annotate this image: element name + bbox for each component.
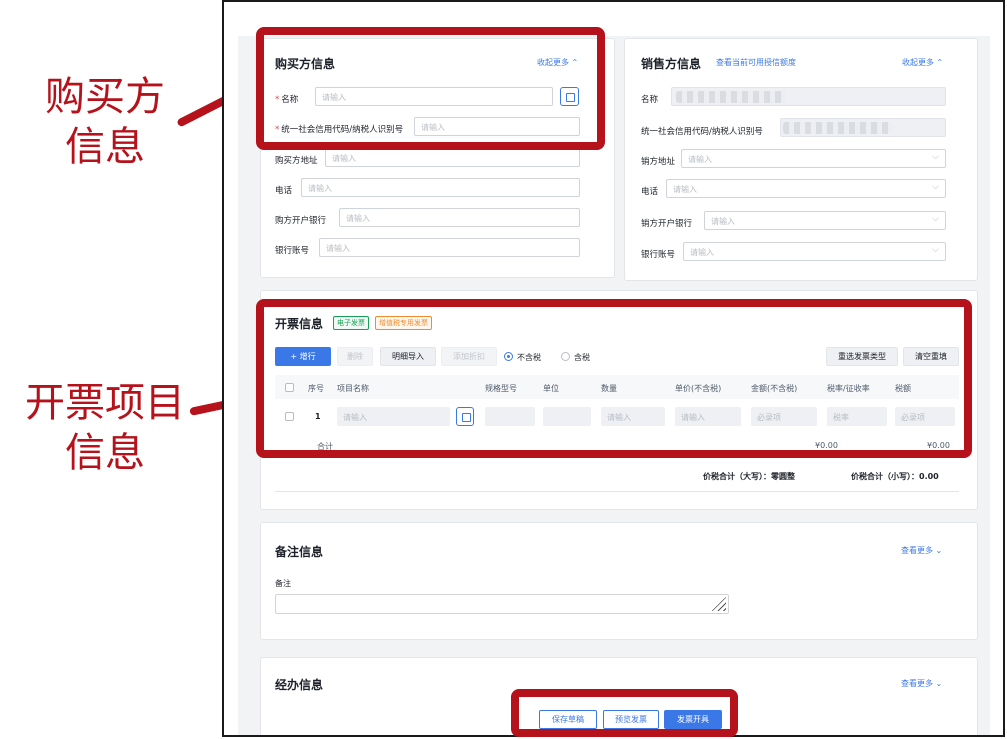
buyer-name-label: * 名称 <box>275 95 299 105</box>
buyer-lookup-icon[interactable] <box>560 87 579 106</box>
clear-refill-button[interactable]: 清空重填 <box>903 347 959 366</box>
annotation-items-line-1: 开票项目 <box>25 380 185 426</box>
tax-excluded-radio[interactable] <box>504 352 513 361</box>
buyer-title: 购买方信息 <box>275 57 336 71</box>
invoice-title: 开票信息 <box>275 317 324 331</box>
item-name-input[interactable]: 请输入 <box>337 407 450 426</box>
unit-price-input[interactable]: 请输入 <box>675 407 741 426</box>
buyer-card: 购买方信息 收起更多 ⌃ * 名称 请输入 * 统一社会信用代码/纳税人识别号 请输… <box>260 38 615 278</box>
subtotal-tax: ¥0.00 <box>927 441 950 450</box>
seller-card: 销售方信息 查看当前可用授信额度 收起更多 ⌃ 名称 统一社会信用代码/纳税人识… <box>624 38 978 281</box>
tax-included-radio[interactable] <box>561 352 570 361</box>
seller-title: 销售方信息 <box>641 57 702 71</box>
remarks-expand-link[interactable]: 查看更多 ⌄ <box>901 545 942 556</box>
import-details-button[interactable]: 明细导入 <box>380 347 436 366</box>
invoice-card: 开票信息 电子发票 增值税专用发票 + 增行 删除 明细导入 添加折扣 不含税 … <box>260 290 978 510</box>
annotated-screenshot: 购买方 信息 开票项目 信息 购买方信息 收起更多 ⌃ * 名称 请输入 * 统一社… <box>0 0 1007 739</box>
annotation-buyer-info: 购买方 信息 <box>30 72 180 172</box>
tax-input[interactable]: 必录项 <box>895 407 955 426</box>
col-spec: 规格型号 <box>485 384 517 393</box>
seller-name-label: 名称 <box>641 95 659 105</box>
redacted-seller-name <box>676 91 786 103</box>
buyer-taxid-input[interactable]: 请输入 <box>414 117 580 136</box>
seller-quota-link[interactable]: 查看当前可用授信额度 <box>716 57 796 68</box>
seller-address-label: 销方地址 <box>641 157 676 167</box>
add-row-button[interactable]: + 增行 <box>275 347 331 366</box>
seller-account-label: 银行账号 <box>641 250 676 260</box>
remarks-textarea[interactable] <box>275 594 729 614</box>
annotation-items-line-2: 信息 <box>65 430 145 476</box>
unit-input[interactable] <box>543 407 591 426</box>
redacted-seller-taxid <box>783 122 893 134</box>
handler-expand-link[interactable]: 查看更多 ⌄ <box>901 678 942 689</box>
total-lower: 价税合计（小写）：0.00 <box>851 472 939 481</box>
col-unit-price: 单价(不含税) <box>675 384 722 393</box>
buyer-taxid-label: * 统一社会信用代码/纳税人识别号 <box>275 125 404 135</box>
add-discount-button[interactable]: 添加折扣 <box>441 347 497 366</box>
tag-e-invoice: 电子发票 <box>333 316 369 330</box>
amount-input[interactable]: 必录项 <box>751 407 817 426</box>
form-background: 购买方信息 收起更多 ⌃ * 名称 请输入 * 统一社会信用代码/纳税人识别号 请输… <box>238 36 990 735</box>
col-tax-rate: 税率/征收率 <box>827 384 870 393</box>
seller-taxid-input <box>780 118 946 137</box>
spec-input[interactable] <box>485 407 535 426</box>
qty-input[interactable]: 请输入 <box>601 407 665 426</box>
col-amount: 金额(不含税) <box>751 384 798 393</box>
tax-excluded-label: 不含税 <box>517 353 541 362</box>
annotation-buyer-line-1: 购买方 <box>45 74 165 120</box>
subtotal-label: 合计 <box>317 442 333 451</box>
buyer-account-input[interactable]: 请输入 <box>319 238 580 257</box>
annotation-invoice-items: 开票项目 信息 <box>10 378 200 478</box>
handler-title: 经办信息 <box>275 678 324 692</box>
remarks-card: 备注信息 查看更多 ⌄ 备注 <box>260 522 978 640</box>
seller-collapse-link[interactable]: 收起更多 ⌃ <box>902 57 943 68</box>
buyer-account-label: 银行账号 <box>275 246 310 256</box>
col-qty: 数量 <box>601 384 617 393</box>
buyer-address-label: 购买方地址 <box>275 156 318 166</box>
invoice-form-screenshot: 购买方信息 收起更多 ⌃ * 名称 请输入 * 统一社会信用代码/纳税人识别号 请输… <box>222 0 1005 737</box>
tag-vat-special: 增值税专用发票 <box>375 316 432 330</box>
total-divider <box>275 491 959 492</box>
remarks-label: 备注 <box>275 579 291 588</box>
delete-row-button[interactable]: 删除 <box>337 347 373 366</box>
seller-taxid-label: 统一社会信用代码/纳税人识别号 <box>641 127 763 137</box>
row-checkbox[interactable] <box>285 412 294 421</box>
seller-name-input <box>671 87 946 106</box>
buyer-bank-label: 购方开户银行 <box>275 216 327 226</box>
save-draft-button[interactable]: 保存草稿 <box>539 710 597 729</box>
tax-included-label: 含税 <box>574 353 590 362</box>
buyer-phone-input[interactable]: 请输入 <box>301 178 580 197</box>
buyer-name-input[interactable]: 请输入 <box>315 87 553 106</box>
col-index: 序号 <box>308 384 324 393</box>
row-index: 1 <box>315 412 321 421</box>
seller-bank-select[interactable]: 请输入 <box>704 211 946 230</box>
reselect-invoice-type-button[interactable]: 重选发票类型 <box>826 347 898 366</box>
seller-phone-label: 电话 <box>641 187 659 197</box>
select-all-checkbox[interactable] <box>285 383 294 392</box>
seller-address-select[interactable]: 请输入 <box>681 149 946 168</box>
tax-rate-select[interactable]: 税率 <box>827 407 887 426</box>
item-more-icon[interactable] <box>456 407 474 426</box>
col-unit: 单位 <box>543 384 559 393</box>
remarks-title: 备注信息 <box>275 545 324 559</box>
buyer-address-input[interactable]: 请输入 <box>325 148 580 167</box>
col-item-name: 项目名称 <box>337 384 369 393</box>
buyer-collapse-link[interactable]: 收起更多 ⌃ <box>537 57 578 68</box>
seller-bank-label: 销方开户银行 <box>641 219 693 229</box>
annotation-buyer-line-2: 信息 <box>65 124 145 170</box>
preview-invoice-button[interactable]: 预览发票 <box>603 710 659 729</box>
seller-phone-select[interactable]: 请输入 <box>666 179 946 198</box>
total-upper: 价税合计（大写）：零圆整 <box>703 472 795 481</box>
buyer-phone-label: 电话 <box>275 186 293 196</box>
resize-handle[interactable] <box>710 597 726 611</box>
subtotal-amount: ¥0.00 <box>815 441 838 450</box>
col-tax: 税额 <box>895 384 911 393</box>
seller-account-select[interactable]: 请输入 <box>683 242 946 261</box>
buyer-bank-input[interactable]: 请输入 <box>339 208 580 227</box>
issue-invoice-button[interactable]: 发票开具 <box>664 710 722 729</box>
